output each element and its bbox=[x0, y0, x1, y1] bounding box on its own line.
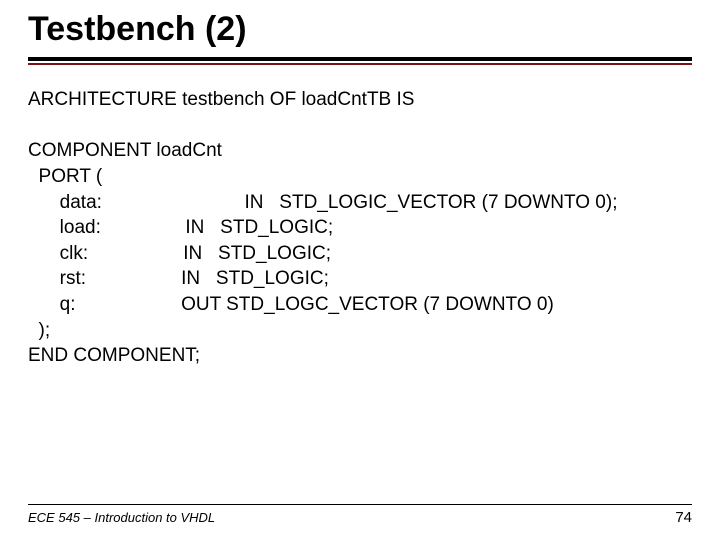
title-rule-thick bbox=[28, 57, 692, 61]
arch-line: ARCHITECTURE testbench OF loadCntTB IS bbox=[28, 89, 414, 110]
slide: Testbench (2) ARCHITECTURE testbench OF … bbox=[0, 0, 720, 540]
port-open: PORT ( bbox=[28, 166, 102, 187]
component-line: COMPONENT loadCnt bbox=[28, 140, 222, 161]
port-rst: rst: IN STD_LOGIC; bbox=[28, 268, 329, 289]
end-component: END COMPONENT; bbox=[28, 345, 200, 366]
footer: ECE 545 – Introduction to VHDL 74 bbox=[28, 504, 692, 526]
footer-rule bbox=[28, 504, 692, 505]
footer-course: ECE 545 – Introduction to VHDL bbox=[28, 510, 215, 525]
page-number: 74 bbox=[675, 509, 692, 526]
port-clk: clk: IN STD_LOGIC; bbox=[28, 243, 331, 264]
footer-row: ECE 545 – Introduction to VHDL 74 bbox=[28, 509, 692, 526]
page-title: Testbench (2) bbox=[28, 10, 692, 49]
port-data: data: IN STD_LOGIC_VECTOR (7 DOWNTO 0); bbox=[28, 192, 617, 213]
port-q: q: OUT STD_LOGC_VECTOR (7 DOWNTO 0) bbox=[28, 294, 554, 315]
title-rule-thin bbox=[28, 63, 692, 65]
code-block: ARCHITECTURE testbench OF loadCntTB IS C… bbox=[28, 87, 692, 369]
port-close: ); bbox=[28, 320, 50, 341]
port-load: load: IN STD_LOGIC; bbox=[28, 217, 333, 238]
